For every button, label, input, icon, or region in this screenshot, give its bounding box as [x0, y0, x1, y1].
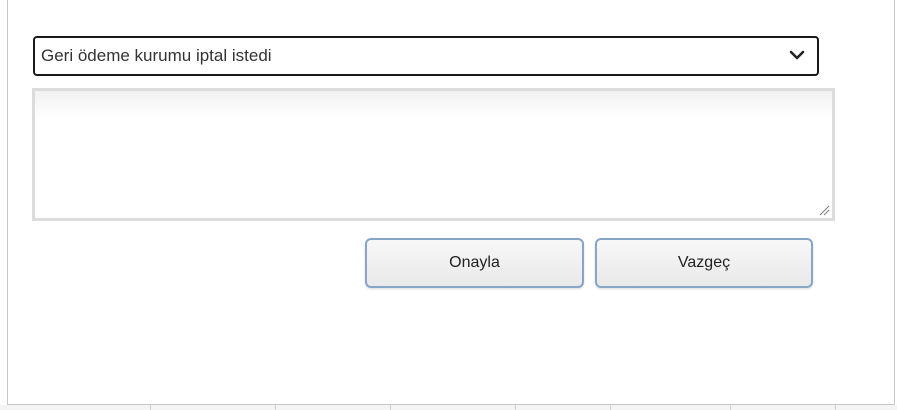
- confirm-button-label: Onayla: [449, 254, 500, 271]
- cancel-button-label: Vazgeç: [677, 254, 731, 271]
- reason-select[interactable]: Geri ödeme kurumu iptal istedi: [33, 36, 819, 76]
- confirm-button[interactable]: Onayla: [365, 238, 584, 288]
- chevron-down-icon: [789, 50, 805, 60]
- note-textarea[interactable]: [32, 88, 835, 221]
- resize-grip-icon[interactable]: [818, 204, 830, 216]
- bottom-table-edge: [0, 405, 897, 410]
- cancel-button[interactable]: Vazgeç: [595, 238, 813, 288]
- reason-select-value: Geri ödeme kurumu iptal istedi: [41, 46, 272, 65]
